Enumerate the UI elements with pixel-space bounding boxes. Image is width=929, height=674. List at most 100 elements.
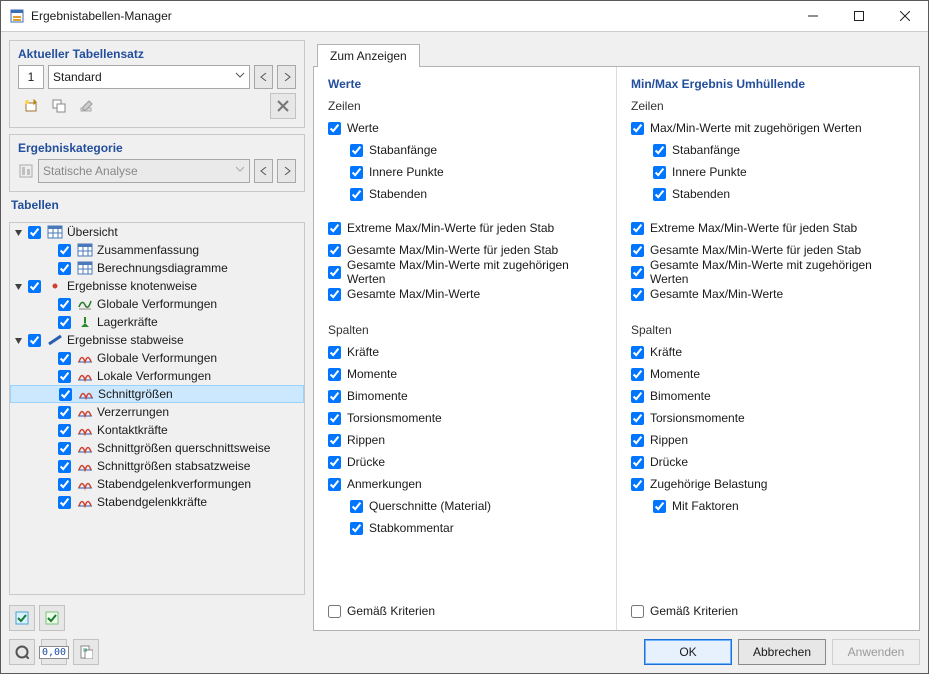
tree-checkbox[interactable]	[28, 334, 41, 347]
help-button[interactable]	[9, 639, 35, 665]
option-checkbox[interactable]: Stabenden	[631, 183, 905, 205]
checkbox-input[interactable]	[631, 478, 644, 491]
checkbox-input[interactable]	[631, 456, 644, 469]
units-button[interactable]: 0,00	[41, 639, 67, 665]
checkbox-input[interactable]	[631, 605, 644, 618]
option-checkbox[interactable]: Gesamte Max/Min-Werte	[631, 283, 905, 305]
report-button[interactable]	[73, 639, 99, 665]
option-checkbox[interactable]: Anmerkungen	[328, 473, 602, 495]
delete-set-button[interactable]	[270, 93, 296, 119]
tree-checkbox[interactable]	[28, 226, 41, 239]
option-checkbox[interactable]: Stabanfänge	[631, 139, 905, 161]
tree-item[interactable]: Stabendgelenkkräfte	[10, 493, 304, 511]
set-name-select[interactable]: Standard	[48, 65, 250, 89]
option-checkbox[interactable]: Werte	[328, 117, 602, 139]
option-checkbox[interactable]: Rippen	[631, 429, 905, 451]
option-checkbox[interactable]: Momente	[328, 363, 602, 385]
tree-item[interactable]: Übersicht	[10, 223, 304, 241]
option-checkbox[interactable]: Gesamte Max/Min-Werte mit zugehörigen We…	[328, 261, 602, 283]
tree-checkbox[interactable]	[58, 460, 71, 473]
option-checkbox[interactable]: Bimomente	[328, 385, 602, 407]
checkbox-input[interactable]	[631, 244, 644, 257]
checkbox-input[interactable]	[328, 244, 341, 257]
tree-item[interactable]: Berechnungsdiagramme	[10, 259, 304, 277]
checkbox-input[interactable]	[328, 478, 341, 491]
checkbox-input[interactable]	[350, 166, 363, 179]
tree-checkbox[interactable]	[58, 298, 71, 311]
tree-checkbox[interactable]	[28, 280, 41, 293]
category-prev-button[interactable]	[254, 159, 273, 183]
tree-checkbox[interactable]	[58, 352, 71, 365]
checkbox-input[interactable]	[328, 288, 341, 301]
option-checkbox[interactable]: Extreme Max/Min-Werte für jeden Stab	[328, 217, 602, 239]
option-checkbox[interactable]: Innere Punkte	[328, 161, 602, 183]
tree-item[interactable]: Ergebnisse stabweise	[10, 331, 304, 349]
checkbox-input[interactable]	[631, 288, 644, 301]
option-checkbox[interactable]: Gesamte Max/Min-Werte	[328, 283, 602, 305]
maximize-button[interactable]	[836, 1, 882, 31]
checkbox-input[interactable]	[631, 266, 644, 279]
tree-item[interactable]: Verzerrungen	[10, 403, 304, 421]
copy-set-button[interactable]	[46, 93, 72, 119]
minimize-button[interactable]	[790, 1, 836, 31]
tree-item[interactable]: Globale Verformungen	[10, 295, 304, 313]
option-checkbox[interactable]: Max/Min-Werte mit zugehörigen Werten	[631, 117, 905, 139]
tree-checkbox[interactable]	[58, 424, 71, 437]
option-checkbox[interactable]: Gesamte Max/Min-Werte mit zugehörigen We…	[631, 261, 905, 283]
checkbox-input[interactable]	[631, 368, 644, 381]
tree-item[interactable]: Lokale Verformungen	[10, 367, 304, 385]
checkbox-input[interactable]	[631, 346, 644, 359]
checkbox-input[interactable]	[350, 522, 363, 535]
option-checkbox[interactable]: Rippen	[328, 429, 602, 451]
tree-item[interactable]: Schnittgrößen	[10, 385, 304, 403]
option-checkbox[interactable]: Zugehörige Belastung	[631, 473, 905, 495]
tree-item[interactable]: Schnittgrößen querschnittsweise	[10, 439, 304, 457]
tree-checkbox[interactable]	[58, 244, 71, 257]
tree-item[interactable]: Ergebnisse knotenweise	[10, 277, 304, 295]
tree-item[interactable]: Lagerkräfte	[10, 313, 304, 331]
tree-item[interactable]: Zusammenfassung	[10, 241, 304, 259]
checkbox-input[interactable]	[328, 222, 341, 235]
option-checkbox[interactable]: Drücke	[631, 451, 905, 473]
option-checkbox[interactable]: Bimomente	[631, 385, 905, 407]
tree-item[interactable]: Kontaktkräfte	[10, 421, 304, 439]
checkbox-input[interactable]	[328, 368, 341, 381]
tab-display[interactable]: Zum Anzeigen	[317, 44, 420, 67]
option-checkbox[interactable]: Drücke	[328, 451, 602, 473]
option-checkbox[interactable]: Kräfte	[631, 341, 905, 363]
values-criteria-checkbox[interactable]: Gemäß Kriterien	[328, 600, 602, 622]
checkbox-input[interactable]	[328, 122, 341, 135]
tree-item[interactable]: Schnittgrößen stabsatzweise	[10, 457, 304, 475]
checkbox-input[interactable]	[328, 434, 341, 447]
tree-checkbox[interactable]	[58, 262, 71, 275]
collapse-icon[interactable]	[14, 228, 28, 237]
checkbox-input[interactable]	[328, 605, 341, 618]
cancel-button[interactable]: Abbrechen	[738, 639, 826, 665]
close-button[interactable]	[882, 1, 928, 31]
tree-item[interactable]: Stabendgelenkverformungen	[10, 475, 304, 493]
checkbox-input[interactable]	[350, 188, 363, 201]
option-checkbox[interactable]: Mit Faktoren	[631, 495, 905, 517]
checkbox-input[interactable]	[350, 144, 363, 157]
checkbox-input[interactable]	[350, 500, 363, 513]
tree-checkbox[interactable]	[58, 478, 71, 491]
collapse-icon[interactable]	[14, 336, 28, 345]
collapse-icon[interactable]	[14, 282, 28, 291]
option-checkbox[interactable]: Stabkommentar	[328, 517, 602, 539]
tree-checkbox[interactable]	[58, 496, 71, 509]
category-next-button[interactable]	[277, 159, 296, 183]
new-set-button[interactable]	[18, 93, 44, 119]
tables-tree[interactable]: ÜbersichtZusammenfassungBerechnungsdiagr…	[9, 222, 305, 595]
checkbox-input[interactable]	[328, 456, 341, 469]
checkbox-input[interactable]	[328, 346, 341, 359]
option-checkbox[interactable]: Momente	[631, 363, 905, 385]
checkbox-input[interactable]	[328, 412, 341, 425]
uncheck-all-button[interactable]	[39, 605, 65, 631]
option-checkbox[interactable]: Querschnitte (Material)	[328, 495, 602, 517]
set-prev-button[interactable]	[254, 65, 273, 89]
checkbox-input[interactable]	[653, 166, 666, 179]
checkbox-input[interactable]	[631, 390, 644, 403]
option-checkbox[interactable]: Extreme Max/Min-Werte für jeden Stab	[631, 217, 905, 239]
checkbox-input[interactable]	[631, 122, 644, 135]
option-checkbox[interactable]: Torsionsmomente	[631, 407, 905, 429]
